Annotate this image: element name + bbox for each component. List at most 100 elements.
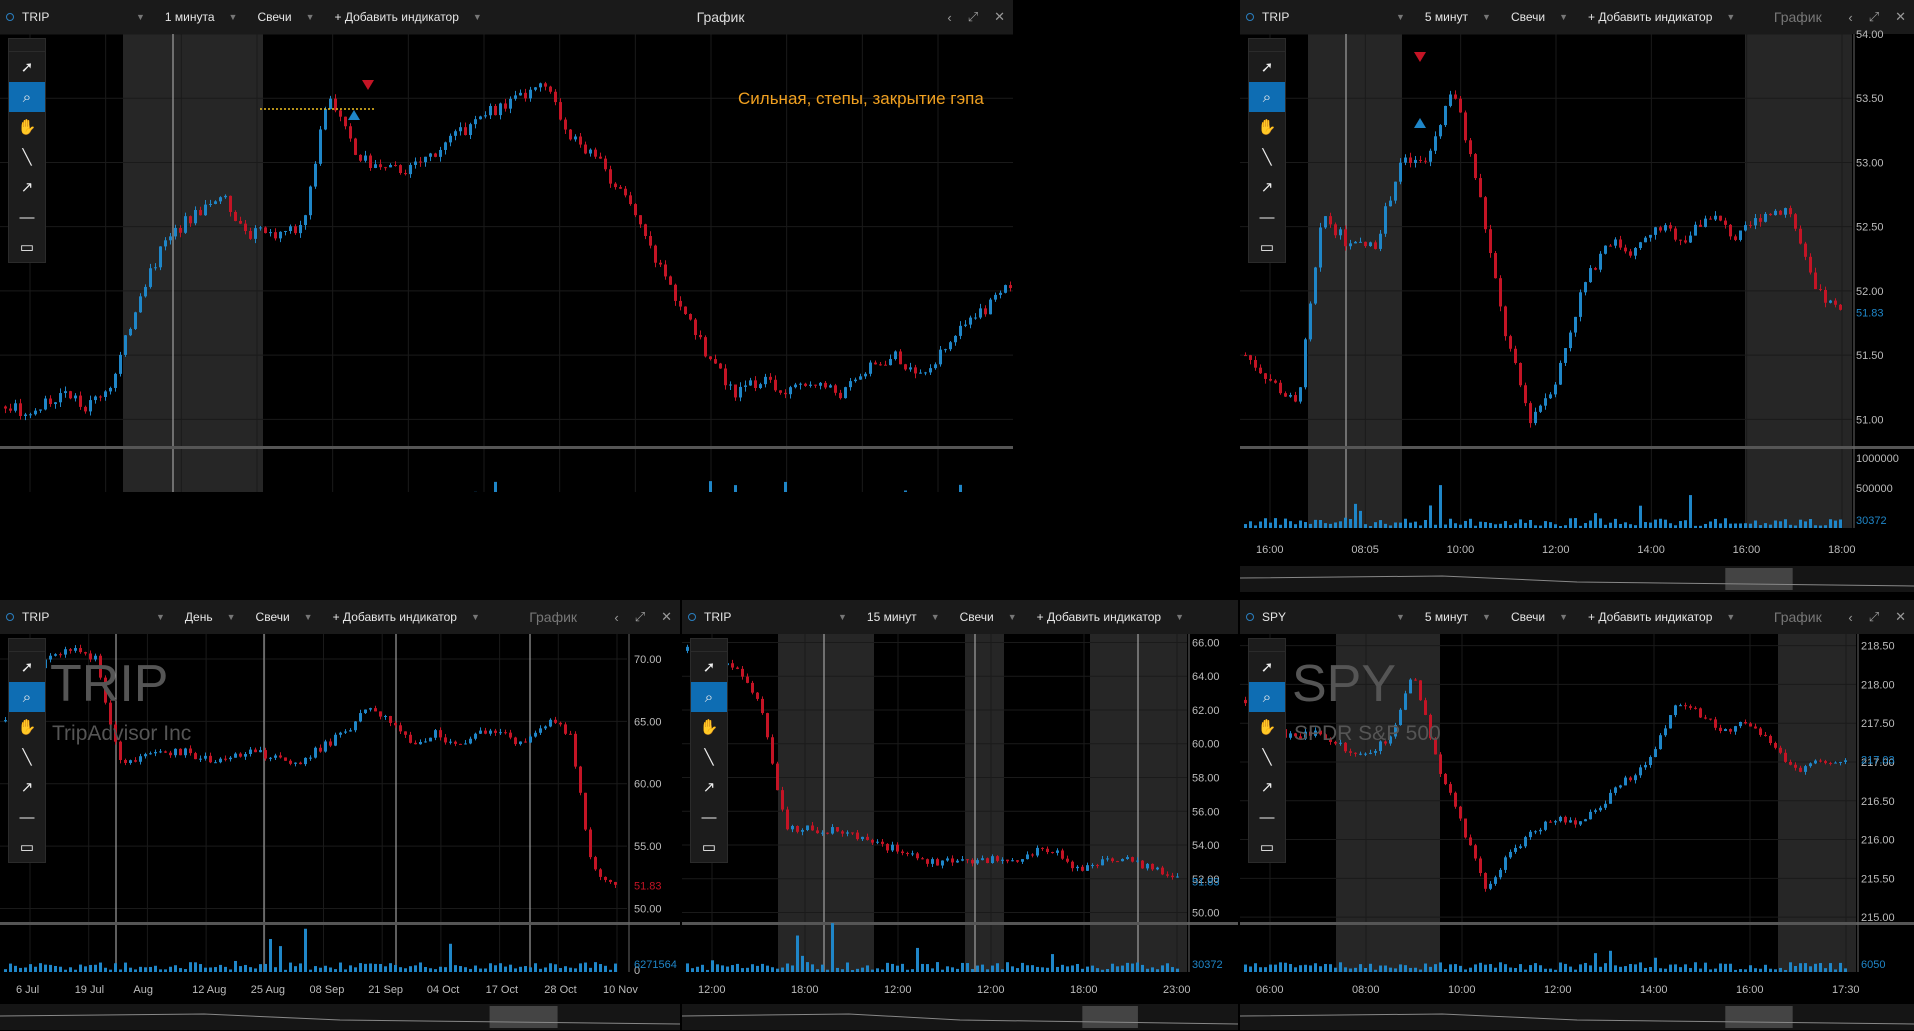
volume-bar <box>534 963 537 972</box>
line-icon[interactable]: ╲ <box>691 742 727 772</box>
rectangle-icon[interactable]: ▭ <box>1249 832 1285 862</box>
volume-bar <box>1644 522 1647 528</box>
volume-bar <box>339 962 342 972</box>
cursor-icon[interactable]: ➚ <box>1249 652 1285 682</box>
volume-bar <box>1076 963 1079 972</box>
candle-body <box>1314 267 1317 304</box>
candle-body <box>649 235 652 246</box>
hand-icon[interactable]: ✋ <box>1249 712 1285 742</box>
hand-icon[interactable]: ✋ <box>1249 112 1285 142</box>
magnifier-icon[interactable]: ⌕ <box>1249 682 1285 712</box>
candle-body <box>419 161 422 163</box>
candle-body <box>79 395 82 407</box>
horizontal-line-icon[interactable]: — <box>1249 802 1285 832</box>
candle-body <box>384 716 387 718</box>
volume-bar <box>1534 963 1537 972</box>
candle-body <box>946 858 949 861</box>
arrow-icon[interactable]: ↗ <box>1249 172 1285 202</box>
toolbar-grip[interactable] <box>9 39 45 52</box>
volume-bar <box>1509 967 1512 972</box>
volume-bar <box>1669 523 1672 528</box>
candle-body <box>1699 708 1702 718</box>
volume-bar <box>1789 524 1792 528</box>
volume-bar <box>494 965 497 972</box>
rectangle-icon[interactable]: ▭ <box>9 832 45 862</box>
rectangle-icon[interactable]: ▭ <box>1249 232 1285 262</box>
volume-bar <box>986 969 989 972</box>
candle-body <box>786 809 789 830</box>
candle-body <box>344 116 347 127</box>
arrow-icon[interactable]: ↗ <box>691 772 727 802</box>
magnifier-icon[interactable]: ⌕ <box>1249 82 1285 112</box>
cursor-icon[interactable]: ➚ <box>9 52 45 82</box>
rectangle-icon[interactable]: ▭ <box>9 232 45 262</box>
price-tick-label: 51.00 <box>1856 414 1884 426</box>
volume-bar <box>424 967 427 972</box>
arrow-icon[interactable]: ↗ <box>9 172 45 202</box>
cursor-icon[interactable]: ➚ <box>9 652 45 682</box>
magnifier-icon[interactable]: ⌕ <box>9 82 45 112</box>
line-icon[interactable]: ╲ <box>1249 142 1285 172</box>
volume-bar <box>1519 519 1522 528</box>
candle-body <box>259 750 262 753</box>
candle-body <box>1374 751 1377 753</box>
candle-body <box>1126 857 1129 860</box>
toolbar-grip[interactable] <box>9 639 45 652</box>
candle-body <box>824 382 827 388</box>
magnifier-icon[interactable]: ⌕ <box>691 682 727 712</box>
magnifier-icon[interactable]: ⌕ <box>9 682 45 712</box>
volume-bar <box>1106 969 1109 972</box>
volume-bar <box>334 969 337 972</box>
volume-bar <box>1639 505 1642 528</box>
toolbar-grip[interactable] <box>691 639 727 652</box>
volume-bar <box>946 966 949 972</box>
candle-body <box>509 732 512 738</box>
horizontal-line-icon[interactable]: — <box>9 202 45 232</box>
horizontal-line-icon[interactable]: — <box>9 802 45 832</box>
candle-body <box>1704 218 1707 227</box>
volume-bar <box>1699 968 1702 972</box>
arrow-icon[interactable]: ↗ <box>1249 772 1285 802</box>
candle-body <box>1081 866 1084 871</box>
candle-body <box>379 164 382 168</box>
arrow-icon[interactable]: ↗ <box>9 772 45 802</box>
price-chart[interactable]: 66.0064.0062.0060.0058.0056.0054.0052.00… <box>682 600 1238 1031</box>
candle-body <box>966 859 969 861</box>
volume-bar <box>4 969 7 972</box>
price-chart[interactable]: 54.0053.5053.0052.5052.0051.5051.0051.83… <box>0 0 1013 492</box>
volume-bar <box>1554 969 1557 972</box>
candle-body <box>1449 94 1452 106</box>
candle-body <box>1464 818 1467 838</box>
candle-body <box>864 373 867 377</box>
horizontal-line-icon[interactable]: — <box>691 802 727 832</box>
hand-icon[interactable]: ✋ <box>9 712 45 742</box>
candle-body <box>939 349 942 365</box>
toolbar-grip[interactable] <box>1249 39 1285 52</box>
rectangle-icon[interactable]: ▭ <box>691 832 727 862</box>
hand-icon[interactable]: ✋ <box>691 712 727 742</box>
cursor-icon[interactable]: ➚ <box>1249 52 1285 82</box>
volume-bar <box>1819 525 1822 528</box>
line-icon[interactable]: ╲ <box>9 142 45 172</box>
line-icon[interactable]: ╲ <box>9 742 45 772</box>
volume-bar <box>806 962 809 972</box>
volume-bar <box>1479 521 1482 528</box>
price-chart[interactable]: 54.0053.5053.0052.5052.0051.5051.0051.83… <box>1240 0 1914 600</box>
toolbar-grip[interactable] <box>1249 639 1285 652</box>
volume-bar <box>956 968 959 972</box>
candle-body <box>179 748 182 756</box>
symbol-watermark: TRIP <box>50 655 169 713</box>
hand-icon[interactable]: ✋ <box>9 112 45 142</box>
volume-bar <box>916 947 919 972</box>
volume-bar <box>1704 962 1707 972</box>
candle-body <box>909 367 912 370</box>
candle-body <box>489 730 492 734</box>
volume-bar <box>1639 962 1642 972</box>
candle-body <box>1046 848 1049 853</box>
horizontal-line-icon[interactable]: — <box>1249 202 1285 232</box>
time-tick-label: 10:00 <box>1448 984 1476 996</box>
candle-body <box>134 312 137 329</box>
cursor-icon[interactable]: ➚ <box>691 652 727 682</box>
line-icon[interactable]: ╲ <box>1249 742 1285 772</box>
candle-body <box>1176 876 1179 878</box>
